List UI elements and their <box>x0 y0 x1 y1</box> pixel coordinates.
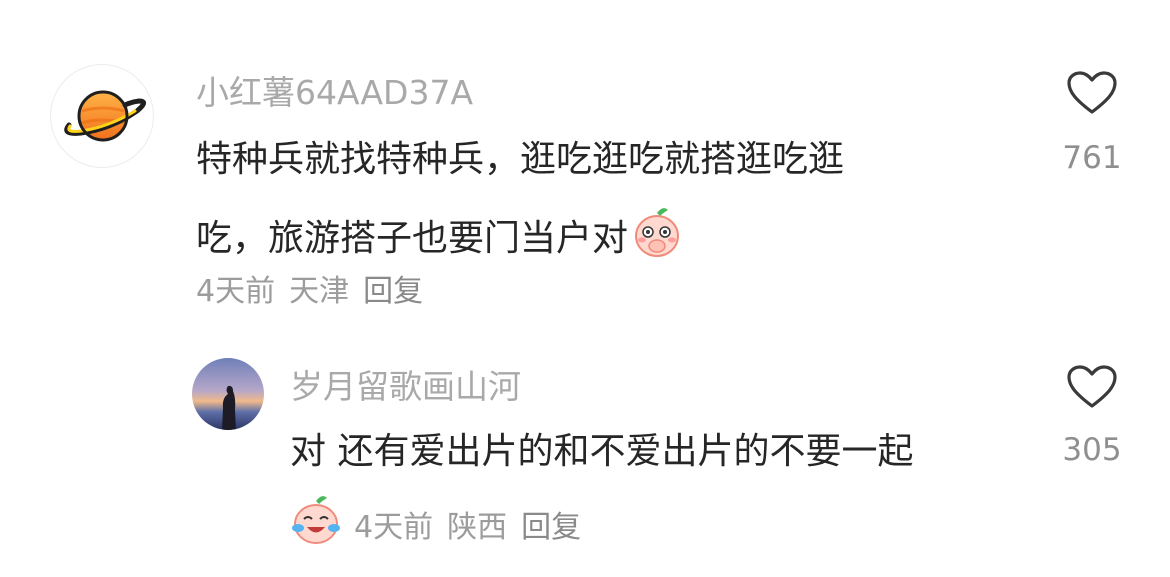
comment-text: 特种兵就找特种兵，逛吃逛吃就搭逛吃逛 <box>196 139 845 180</box>
like-button[interactable]: 305 <box>1060 364 1124 468</box>
saturn-planet-icon <box>64 90 146 142</box>
reply-time: 4天前 <box>354 509 434 545</box>
comment-location: 天津 <box>289 274 350 309</box>
heart-icon <box>1067 365 1117 408</box>
reply-comment-item: 岁月留歌画山河 对 还有爱出片的和不爱出片的不要一起 4天前 陕西 回复 305 <box>0 330 1170 577</box>
reply-location: 陕西 <box>447 509 508 545</box>
comment-text-line: 吃，旅游搭子也要门当户对 <box>196 217 629 259</box>
reply-button[interactable]: 回复 <box>521 504 581 552</box>
like-count: 305 <box>1062 432 1122 468</box>
heart-icon <box>1067 71 1117 114</box>
reply-button[interactable]: 回复 <box>363 272 423 312</box>
reply-meta: 4天前 陕西 回复 <box>290 494 581 561</box>
reply-text: 对 还有爱出片的和不爱出片的不要一起 <box>290 431 914 472</box>
like-button[interactable]: 761 <box>1060 70 1124 176</box>
comment-item: 小红薯64AAD37A 特种兵就找特种兵，逛吃逛吃就搭逛吃逛 吃，旅游搭子也要门… <box>0 0 1170 330</box>
peach-face-laughing-tears-emoji <box>290 494 342 561</box>
like-count: 761 <box>1062 140 1122 176</box>
comment-username[interactable]: 小红薯64AAD37A <box>196 70 473 116</box>
comment-meta: 4天前 天津 回复 <box>196 272 423 312</box>
sunset-silhouette-photo <box>192 358 264 430</box>
avatar[interactable] <box>50 64 154 168</box>
avatar[interactable] <box>192 358 264 430</box>
reply-username[interactable]: 岁月留歌画山河 <box>290 364 521 410</box>
comment-time: 4天前 <box>196 274 276 309</box>
peach-face-hand-on-mouth-emoji <box>630 205 684 272</box>
comment-text-continued: 吃，旅游搭子也要门当户对 <box>196 205 684 272</box>
